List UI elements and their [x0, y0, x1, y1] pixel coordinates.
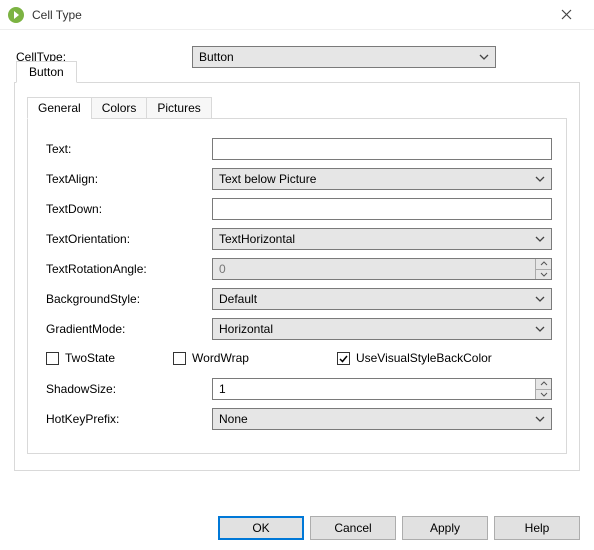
app-icon [8, 7, 24, 23]
dialog-buttons: OK Cancel Apply Help [218, 516, 580, 540]
textdown-input[interactable] [212, 198, 552, 220]
close-button[interactable] [546, 1, 586, 29]
backgroundstyle-combo[interactable]: Default [212, 288, 552, 310]
textorientation-combo[interactable]: TextHorizontal [212, 228, 552, 250]
spinner-down-icon[interactable] [536, 270, 551, 280]
tab-pictures[interactable]: Pictures [146, 97, 211, 119]
twostate-label: TwoState [65, 351, 115, 365]
chevron-down-icon [535, 414, 545, 424]
text-input[interactable] [212, 138, 552, 160]
chevron-down-icon [535, 324, 545, 334]
titlebar: Cell Type [0, 0, 594, 30]
wordwrap-label: WordWrap [192, 351, 249, 365]
ok-button[interactable]: OK [218, 516, 304, 540]
textrotation-spinner[interactable]: 0 [212, 258, 552, 280]
textorientation-label: TextOrientation: [46, 232, 212, 246]
spinner-up-icon[interactable] [536, 259, 551, 270]
celltype-combo[interactable]: Button [192, 46, 496, 68]
twostate-checkbox[interactable]: TwoState [46, 351, 115, 365]
general-panel: Text: TextAlign: Text below Picture [27, 118, 567, 454]
wordwrap-checkbox[interactable]: WordWrap [173, 351, 249, 365]
textrotation-label: TextRotationAngle: [46, 262, 212, 276]
spinner-up-icon[interactable] [536, 379, 551, 390]
chevron-down-icon [535, 174, 545, 184]
shadowsize-label: ShadowSize: [46, 382, 212, 396]
textalign-combo[interactable]: Text below Picture [212, 168, 552, 190]
text-label: Text: [46, 142, 212, 156]
tab-colors[interactable]: Colors [91, 97, 148, 119]
celltype-value: Button [199, 50, 479, 64]
chevron-down-icon [479, 52, 489, 62]
chevron-down-icon [535, 294, 545, 304]
help-button[interactable]: Help [494, 516, 580, 540]
usevisualstylebackcolor-checkbox[interactable]: UseVisualStyleBackColor [337, 351, 492, 365]
outer-tab-panel: General Colors Pictures Text: TextAlign:… [14, 83, 580, 471]
backgroundstyle-label: BackgroundStyle: [46, 292, 212, 306]
spinner-down-icon[interactable] [536, 390, 551, 400]
window-title: Cell Type [32, 8, 546, 22]
apply-button[interactable]: Apply [402, 516, 488, 540]
tab-button[interactable]: Button [16, 61, 77, 83]
chevron-down-icon [535, 234, 545, 244]
hotkeyprefix-label: HotKeyPrefix: [46, 412, 212, 426]
textdown-label: TextDown: [46, 202, 212, 216]
shadowsize-spinner[interactable]: 1 [212, 378, 552, 400]
textalign-label: TextAlign: [46, 172, 212, 186]
tab-general[interactable]: General [27, 97, 92, 119]
gradientmode-combo[interactable]: Horizontal [212, 318, 552, 340]
cancel-button[interactable]: Cancel [310, 516, 396, 540]
hotkeyprefix-combo[interactable]: None [212, 408, 552, 430]
usevisualstylebackcolor-label: UseVisualStyleBackColor [356, 351, 492, 365]
gradientmode-label: GradientMode: [46, 322, 212, 336]
inner-tabstrip: General Colors Pictures [27, 97, 567, 119]
